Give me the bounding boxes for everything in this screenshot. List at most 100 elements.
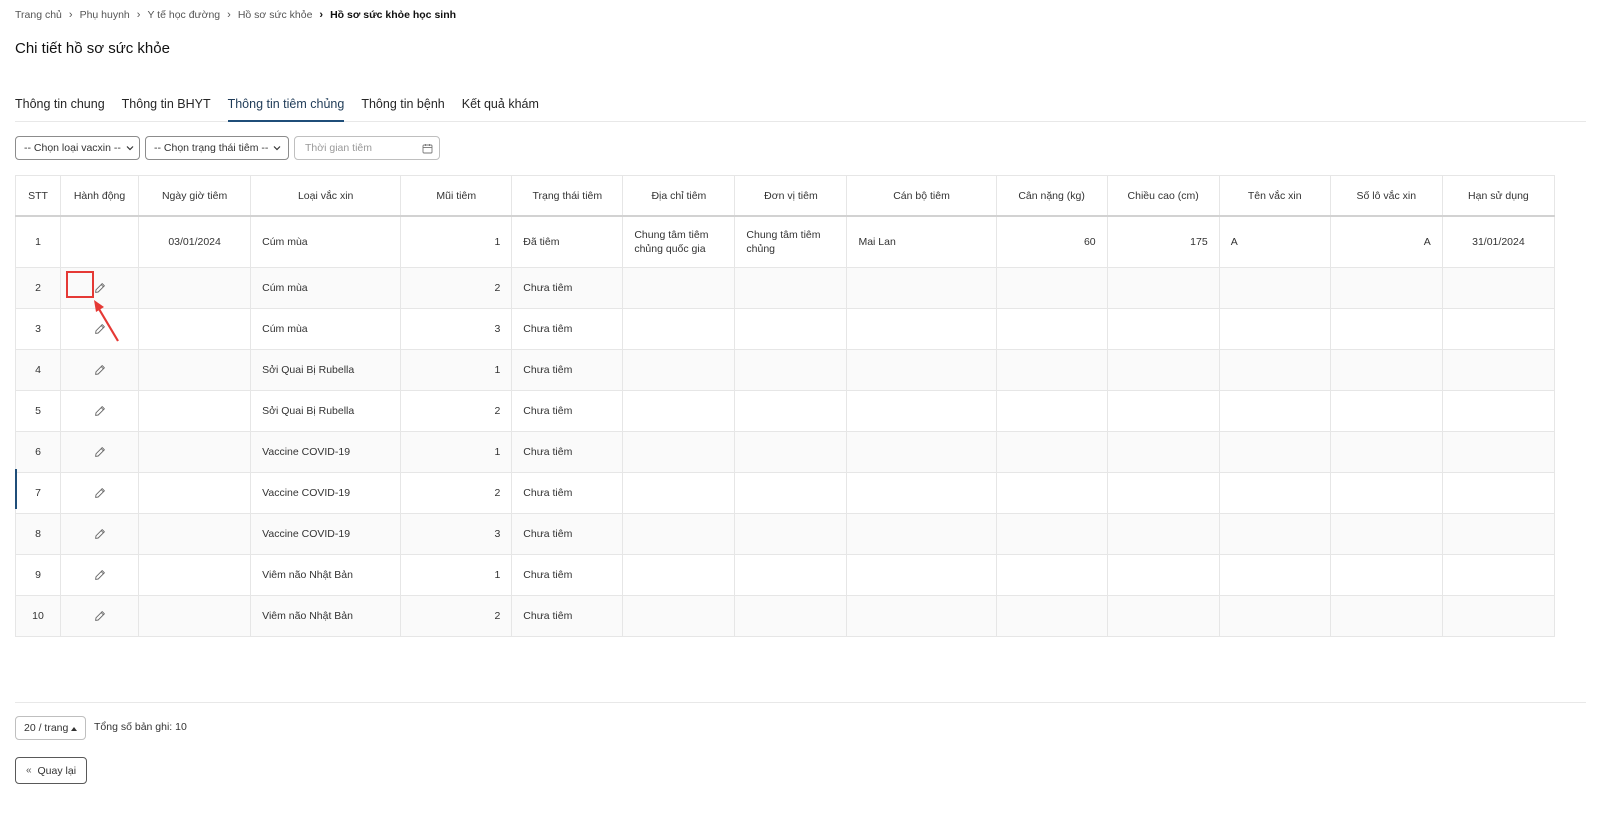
breadcrumb-home[interactable]: Trang chủ — [15, 9, 62, 21]
vaccine-type-select[interactable]: -- Chọn loại vacxin -- — [15, 136, 140, 160]
pencil-icon[interactable] — [94, 446, 106, 458]
table-row: 9 Viêm não Nhật Bản 1 Chưa tiêm — [14, 554, 1556, 596]
vaccination-address-cell — [622, 308, 736, 350]
breadcrumb-school-health[interactable]: Y tế học đường — [147, 9, 220, 21]
vaccination-unit-cell — [734, 431, 848, 473]
pencil-icon[interactable] — [94, 364, 106, 376]
vaccination-unit-cell — [734, 595, 848, 637]
column-header: Hạn sử dụng — [1441, 175, 1556, 217]
page-size-value: 20 / trang — [24, 722, 69, 734]
annotation-highlight-box — [66, 271, 94, 298]
table-row: 5 Sởi Quai Bị Rubella 2 Chưa tiêm — [14, 390, 1556, 432]
vaccination-date-cell — [138, 267, 252, 309]
vaccination-date-cell — [138, 308, 252, 350]
height-cell — [1106, 595, 1220, 637]
height-cell — [1106, 349, 1220, 391]
row-index: 1 — [14, 215, 62, 268]
pencil-icon[interactable] — [94, 282, 106, 294]
column-header: Trạng thái tiêm — [511, 175, 624, 217]
vaccine-name-cell: A — [1218, 215, 1331, 268]
tab-general-info[interactable]: Thông tin chung — [15, 96, 105, 121]
vaccination-unit-cell — [734, 349, 848, 391]
height-cell — [1106, 513, 1220, 555]
expiry-date-cell — [1441, 390, 1556, 432]
pencil-icon[interactable] — [94, 569, 106, 581]
row-index: 3 — [14, 308, 62, 350]
vaccine-type-cell: Cúm mùa — [250, 215, 402, 268]
table-row: 10 Viêm não Nhật Bản 2 Chưa tiêm — [14, 595, 1556, 637]
dose-number-cell: 3 — [400, 308, 513, 350]
back-button[interactable]: « Quay lại — [15, 757, 87, 784]
page-size-select[interactable]: 20 / trang — [15, 716, 87, 740]
action-cell — [60, 431, 140, 473]
calendar-icon — [422, 143, 433, 153]
breadcrumb-separator-icon: › — [227, 9, 231, 21]
breadcrumb-current: Hồ sơ sức khỏe học sinh — [330, 9, 457, 21]
height-cell — [1106, 267, 1220, 309]
breadcrumb: Trang chủ › Phụ huynh › Y tế học đường ›… — [15, 9, 456, 21]
vaccination-address-cell: Chung tâm tiêm chủng quốc gia — [622, 215, 736, 268]
expiry-date-cell — [1441, 472, 1556, 514]
pencil-icon[interactable] — [94, 405, 106, 417]
action-cell — [60, 595, 140, 637]
table-row: 8 Vaccine COVID-19 3 Chưa tiêm — [14, 513, 1556, 555]
expiry-date-cell — [1441, 349, 1556, 391]
vaccination-status-cell: Chưa tiêm — [511, 431, 624, 473]
total-records: Tổng số bản ghi: 10 — [94, 721, 187, 733]
vaccination-date-picker[interactable]: Thời gian tiêm — [294, 136, 440, 160]
column-header: Tên vắc xin — [1218, 175, 1331, 217]
vaccination-staff-cell — [846, 554, 997, 596]
dose-number-cell: 2 — [400, 267, 513, 309]
expiry-date-cell — [1441, 308, 1556, 350]
height-cell — [1106, 390, 1220, 432]
action-cell — [60, 472, 140, 514]
expiry-date-cell: 31/01/2024 — [1441, 215, 1556, 268]
pencil-icon[interactable] — [94, 528, 106, 540]
vaccination-address-cell — [622, 595, 736, 637]
column-header: Chiều cao (cm) — [1106, 175, 1220, 217]
lot-number-cell — [1329, 267, 1443, 309]
weight-cell — [995, 267, 1108, 309]
vaccine-type-cell: Vaccine COVID-19 — [250, 472, 402, 514]
vaccination-address-cell — [622, 554, 736, 596]
vaccination-status-select-value: -- Chọn trạng thái tiêm -- — [154, 142, 269, 154]
vaccination-staff-cell: Mai Lan — [846, 215, 997, 268]
lot-number-cell — [1329, 431, 1443, 473]
vaccination-status-cell: Chưa tiêm — [511, 267, 624, 309]
row-index: 2 — [14, 267, 62, 309]
vaccine-type-cell: Viêm não Nhật Bản — [250, 554, 402, 596]
vaccination-staff-cell — [846, 513, 997, 555]
tab-insurance-info[interactable]: Thông tin BHYT — [122, 96, 211, 121]
lot-number-cell — [1329, 349, 1443, 391]
pencil-icon[interactable] — [94, 487, 106, 499]
expiry-date-cell — [1441, 267, 1556, 309]
column-header: Ngày giờ tiêm — [138, 175, 252, 217]
column-header: Đơn vị tiêm — [734, 175, 848, 217]
lot-number-cell — [1329, 390, 1443, 432]
vaccine-name-cell — [1218, 595, 1331, 637]
weight-cell — [995, 472, 1108, 514]
tab-vaccination-info[interactable]: Thông tin tiêm chủng — [227, 96, 344, 122]
vaccination-unit-cell — [734, 267, 848, 309]
table-row: 2 Cúm mùa 2 Chưa tiêm — [14, 267, 1556, 309]
breadcrumb-parent[interactable]: Phụ huynh — [80, 9, 130, 21]
vaccine-name-cell — [1218, 554, 1331, 596]
dose-number-cell: 2 — [400, 595, 513, 637]
expiry-date-cell — [1441, 431, 1556, 473]
tab-disease-info[interactable]: Thông tin bệnh — [361, 96, 444, 121]
breadcrumb-health-record[interactable]: Hồ sơ sức khỏe — [238, 9, 313, 21]
pencil-icon[interactable] — [94, 610, 106, 622]
vaccine-type-cell: Sởi Quai Bị Rubella — [250, 390, 402, 432]
weight-cell: 60 — [995, 215, 1108, 268]
vaccination-status-cell: Đã tiêm — [511, 215, 624, 268]
tab-exam-results[interactable]: Kết quả khám — [462, 96, 539, 121]
filter-bar: -- Chọn loại vacxin -- -- Chọn trạng thá… — [15, 136, 440, 160]
vaccination-address-cell — [622, 349, 736, 391]
vaccination-status-select[interactable]: -- Chọn trạng thái tiêm -- — [145, 136, 289, 160]
lot-number-cell — [1329, 513, 1443, 555]
page-title: Chi tiết hồ sơ sức khỏe — [15, 40, 170, 57]
column-header: Mũi tiêm — [400, 175, 513, 217]
row-focus-indicator — [15, 469, 17, 509]
back-button-label: Quay lại — [37, 764, 77, 777]
lot-number-cell: A — [1329, 215, 1443, 268]
